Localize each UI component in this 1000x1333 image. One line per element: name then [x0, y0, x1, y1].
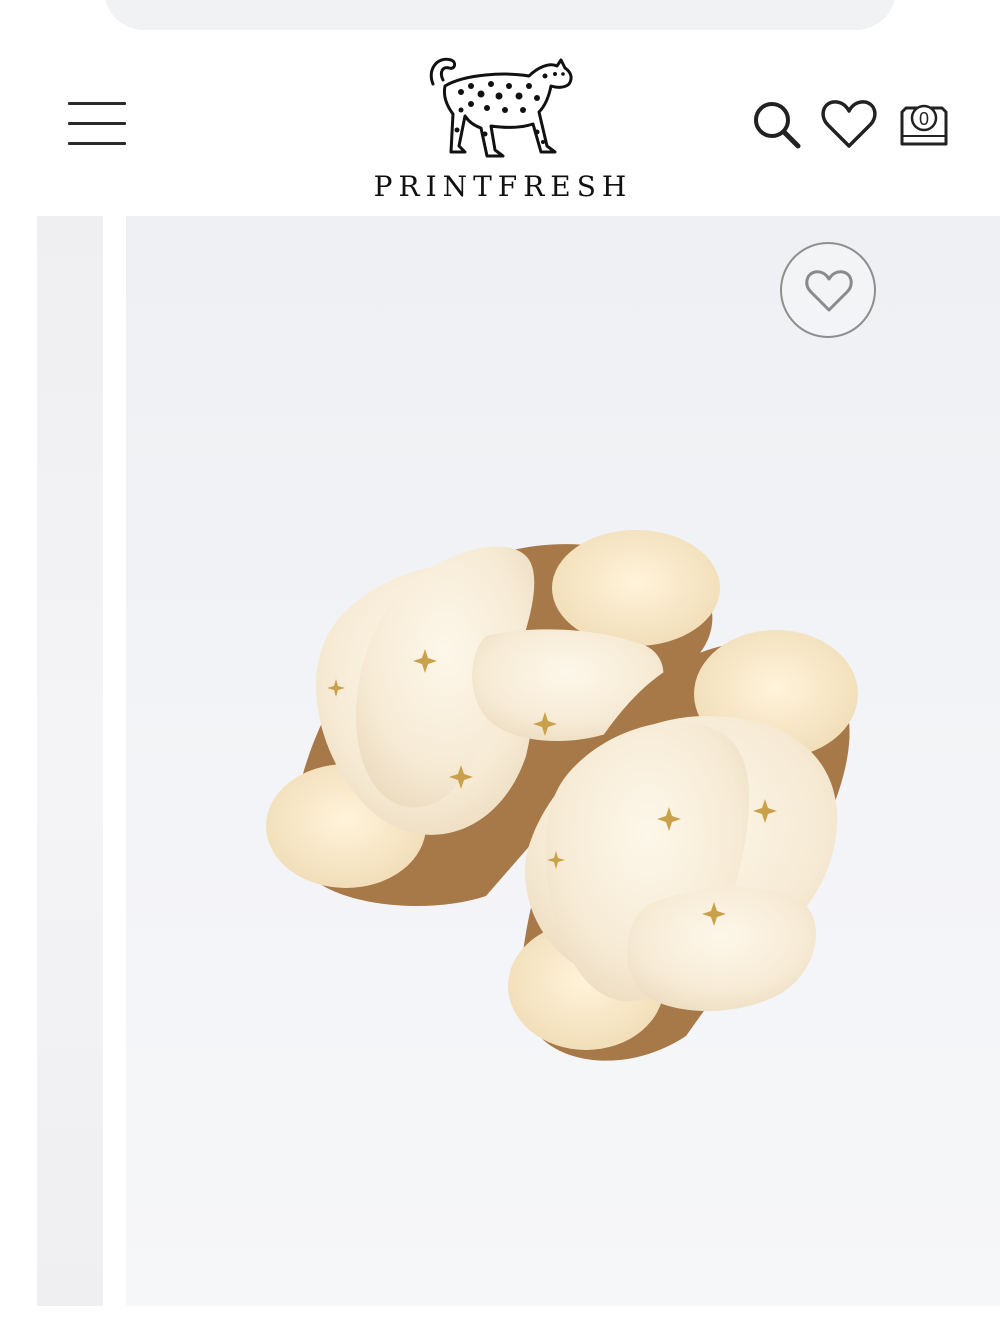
browser-url-bar[interactable] — [104, 0, 896, 30]
menu-button[interactable] — [62, 94, 134, 150]
brand-logo[interactable]: PRINTFRESH — [350, 46, 650, 206]
product-image-gallery[interactable] — [126, 216, 1000, 1306]
site-header: PRINTFRESH 0 — [0, 30, 1000, 216]
heart-icon — [821, 100, 877, 148]
wishlist-button[interactable] — [820, 96, 877, 152]
product-image — [266, 530, 858, 1061]
heart-outline-icon — [805, 270, 853, 312]
previous-image-thumbnail[interactable] — [37, 216, 103, 1306]
bag-count: 0 — [919, 109, 929, 129]
search-button[interactable] — [748, 96, 804, 152]
brand-wordmark: PRINTFRESH — [373, 170, 633, 203]
search-icon — [754, 102, 801, 149]
hamburger-icon-line-2 — [68, 122, 126, 125]
hamburger-icon-line-3 — [68, 142, 126, 145]
add-to-wishlist-button[interactable] — [780, 242, 876, 338]
hamburger-icon-line-1 — [68, 102, 126, 105]
leopard-icon — [429, 57, 573, 158]
shopping-bag-icon: 0 — [900, 104, 948, 146]
shopping-bag-button[interactable]: 0 — [894, 96, 954, 152]
